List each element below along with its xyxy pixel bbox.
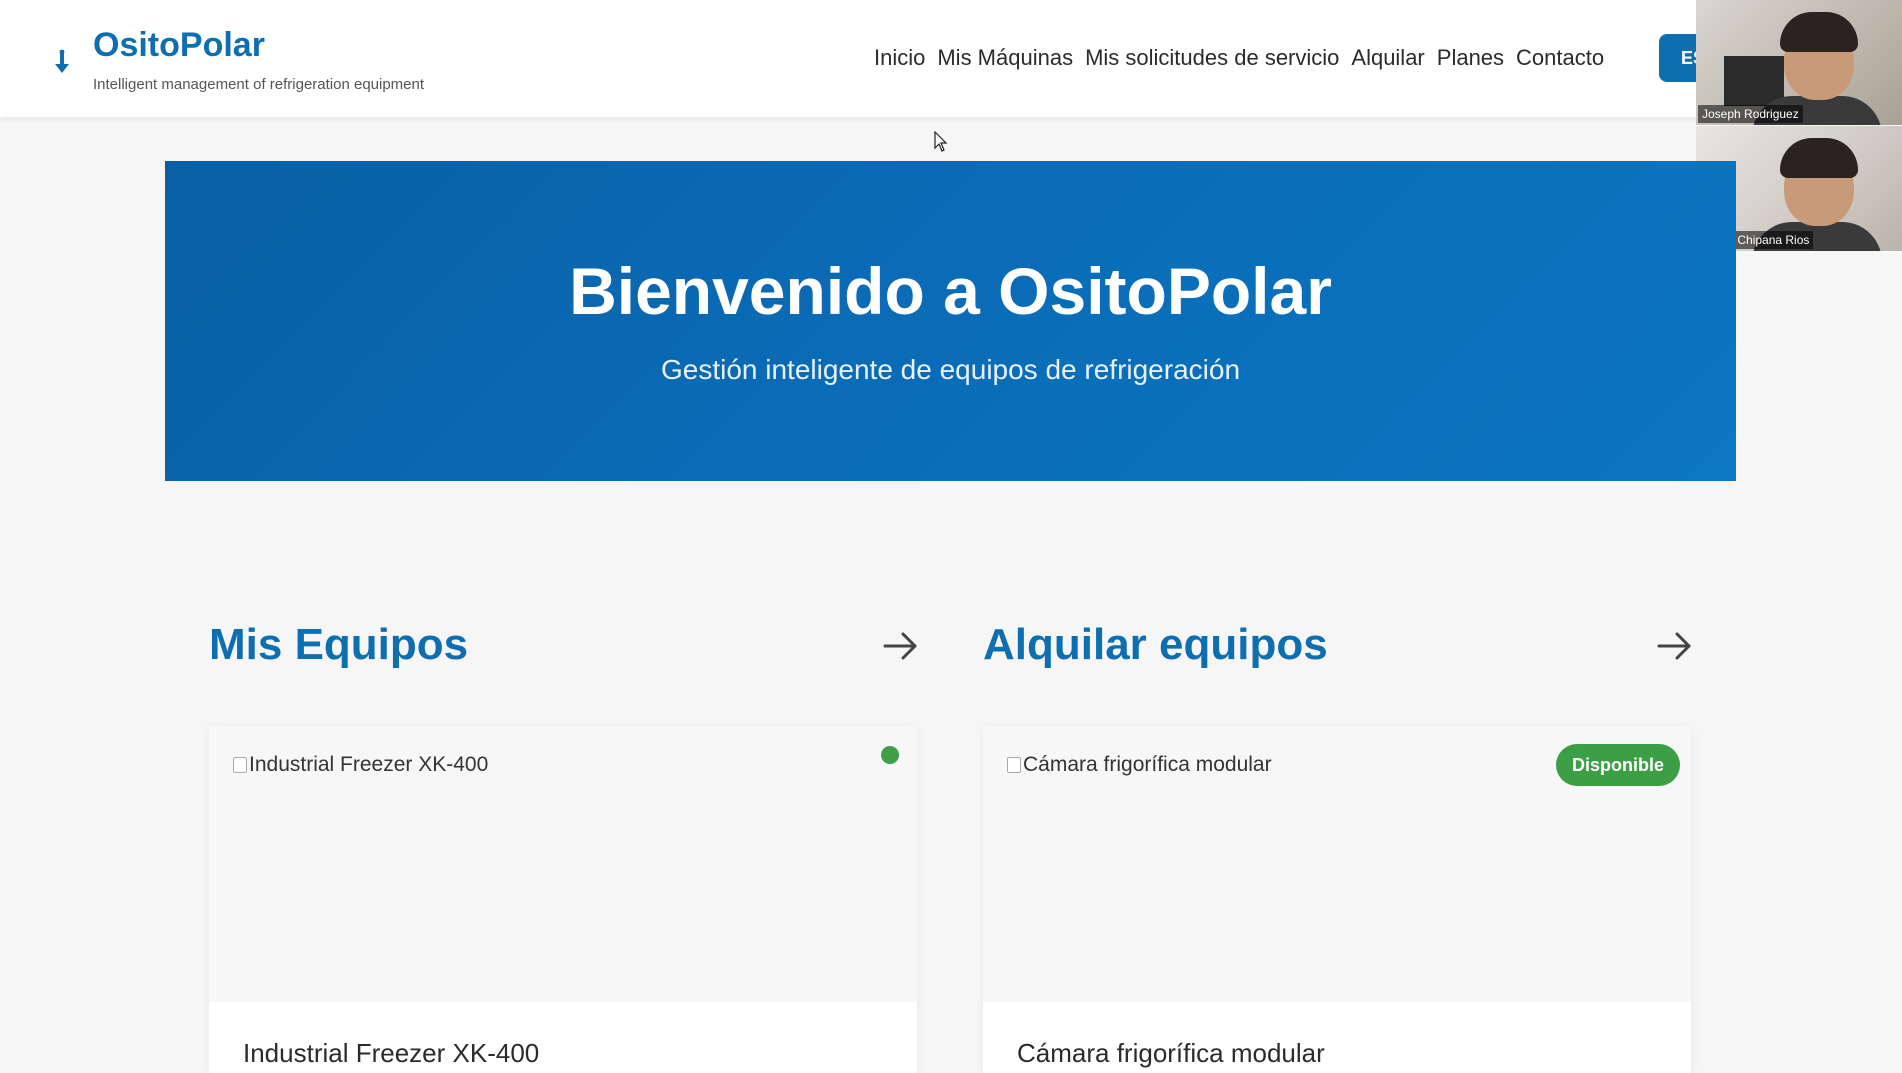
nav-item-mis-solicitudes[interactable]: Mis solicitudes de servicio: [1085, 45, 1339, 71]
nav-item-inicio[interactable]: Inicio: [874, 45, 925, 71]
hero-title: Bienvenido a OsitoPolar: [569, 254, 1332, 328]
nav-item-planes[interactable]: Planes: [1437, 45, 1504, 71]
thermometer-arrow-icon[interactable]: [52, 46, 72, 76]
participant-hair: [1780, 138, 1858, 178]
hero-subtitle: Gestión inteligente de equipos de refrig…: [660, 354, 1241, 385]
participant-hair: [1780, 12, 1858, 52]
image-alt-text: Cámara frigorífica modular: [1007, 753, 1272, 777]
arrow-right-icon[interactable]: [1655, 626, 1695, 666]
brand-tagline: Intelligent management of refrigeration …: [93, 76, 425, 93]
nav-item-mis-maquinas[interactable]: Mis Máquinas: [937, 45, 1073, 71]
rental-card[interactable]: Cámara frigorífica modular Disponible Cá…: [983, 726, 1691, 1073]
availability-badge: Disponible: [1556, 744, 1681, 786]
nav-item-alquilar[interactable]: Alquilar: [1351, 45, 1424, 71]
equipment-card-title: Industrial Freezer XK-400: [243, 1038, 540, 1068]
section-title-rent-equipment[interactable]: Alquilar equipos: [983, 620, 1328, 670]
rental-card-title: Cámara frigorífica modular: [1017, 1038, 1325, 1068]
nav-item-contacto[interactable]: Contacto: [1516, 45, 1604, 71]
mouse-cursor-icon: [934, 130, 948, 153]
broken-image-icon: [233, 757, 247, 773]
broken-image-icon: [1007, 757, 1021, 773]
video-tile-participant-1[interactable]: Joseph Rodriguez: [1696, 0, 1902, 125]
main-nav: Inicio Mis Máquinas Mis solicitudes de s…: [874, 45, 1604, 71]
equipment-card[interactable]: Industrial Freezer XK-400 Industrial Fre…: [209, 726, 917, 1073]
image-alt-text: Industrial Freezer XK-400: [233, 753, 488, 777]
equipment-image: Cámara frigorífica modular Disponible: [983, 726, 1691, 1002]
brand-name[interactable]: OsitoPolar: [93, 26, 265, 65]
arrow-right-icon[interactable]: [881, 626, 921, 666]
participant-name-tag: Joseph Rodriguez: [1698, 105, 1803, 123]
top-navbar: OsitoPolar Intelligent management of ref…: [0, 0, 1902, 117]
equipment-image: Industrial Freezer XK-400: [209, 726, 917, 1002]
hero-banner: Bienvenido a OsitoPolar Gestión intelige…: [165, 161, 1736, 481]
section-title-my-equipment[interactable]: Mis Equipos: [209, 620, 468, 670]
status-dot-icon: [881, 746, 899, 764]
